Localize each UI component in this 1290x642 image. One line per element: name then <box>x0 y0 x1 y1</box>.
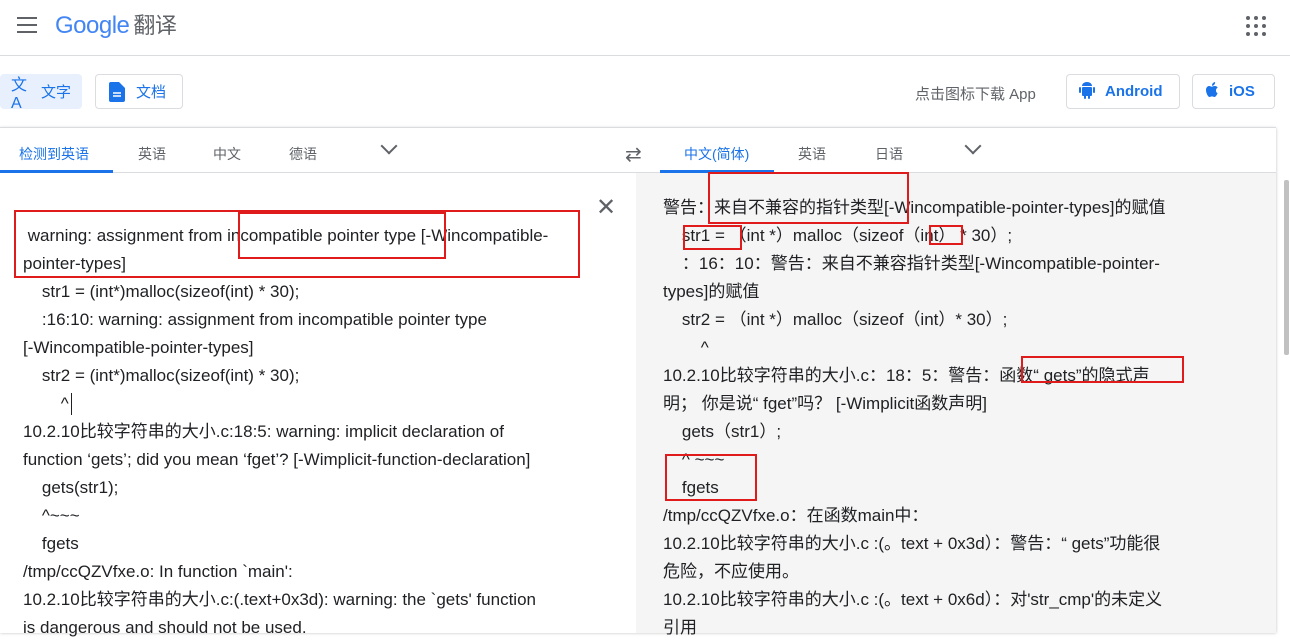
target-line: 10.2.10比较字符串的大小.c :(。text + 0x3d）：警告：“ g… <box>663 534 1161 553</box>
target-line: str2 = （int *）malloc（sizeof（int）* 30）; <box>663 310 1008 329</box>
annotation-box <box>683 225 742 250</box>
source-line: function ‘gets’; did you mean ‘fget’? [-… <box>23 450 531 469</box>
logo-google: Google <box>55 12 130 39</box>
annotation-box <box>1021 356 1184 383</box>
source-line: 10.2.10比较字符串的大小.c:(.text+0x3d): warning:… <box>23 590 536 609</box>
top-bar: Google 翻译 <box>0 0 1290 56</box>
android-label: Android <box>1105 83 1163 100</box>
annotation-box <box>708 172 909 224</box>
ios-button[interactable]: iOS <box>1192 74 1275 109</box>
target-line: /tmp/ccQZVfxe.o：在函数main中： <box>663 506 929 525</box>
source-line: str2 = (int*)malloc(sizeof(int) * 30); <box>23 366 300 385</box>
target-line: ：16：10：警告：来自不兼容指针类型[-Wincompatible-point… <box>663 254 1160 273</box>
mode-document-button[interactable]: 文档 <box>95 74 183 109</box>
download-app-text: 点击图标下载 App <box>915 86 1036 103</box>
tab-source-german[interactable]: 德语 <box>289 144 317 164</box>
target-line: ^ <box>663 338 709 357</box>
source-line: gets(str1); <box>23 478 119 497</box>
translate-icon: 文A <box>11 76 28 112</box>
mode-text-label: 文字 <box>41 84 72 101</box>
annotation-box <box>665 454 757 501</box>
source-line: fgets <box>23 534 79 553</box>
source-line: [-Wincompatible-pointer-types] <box>23 338 254 357</box>
target-line: types]的赋值 <box>663 282 760 301</box>
source-line: :16:10: warning: assignment from incompa… <box>23 310 487 329</box>
logo-product: 翻译 <box>133 13 177 38</box>
menu-icon[interactable] <box>17 17 37 33</box>
text-caret <box>71 393 72 415</box>
source-line: 10.2.10比较字符串的大小.c:18:5: warning: implici… <box>23 422 504 441</box>
mode-document-label: 文档 <box>136 84 167 101</box>
swap-languages-icon[interactable]: ⇄ <box>625 142 642 167</box>
source-more-chevron-icon[interactable] <box>380 137 398 155</box>
language-bar: 检测到英语 英语 中文 德语 ⇄ 中文(简体) 英语 日语 <box>0 128 1276 173</box>
source-line: is dangerous and should not be used. <box>23 618 307 637</box>
target-line: 引用 <box>663 618 697 637</box>
tab-target-english[interactable]: 英语 <box>798 144 826 164</box>
mode-text-button[interactable]: 文A 文字 <box>0 74 82 112</box>
tab-source-english[interactable]: 英语 <box>138 144 166 164</box>
target-line: 明； 你是说“ fget”吗？ [-Wimplicit函数声明] <box>663 394 987 413</box>
android-icon <box>1079 81 1095 103</box>
ios-label: iOS <box>1229 83 1255 100</box>
target-more-chevron-icon[interactable] <box>964 137 982 155</box>
tab-target-chinese-simplified[interactable]: 中文(简体) <box>684 144 749 164</box>
source-line: ^~~~ <box>23 506 80 525</box>
tab-detected-english[interactable]: 检测到英语 <box>19 144 89 164</box>
apple-icon <box>1205 81 1219 102</box>
source-line: str1 = (int*)malloc(sizeof(int) * 30); <box>23 282 300 301</box>
source-line: /tmp/ccQZVfxe.o: In function `main': <box>23 562 293 581</box>
target-line: 危险，不应使用。 <box>663 562 799 581</box>
page-scrollbar[interactable] <box>1284 180 1289 355</box>
annotation-box <box>929 225 963 245</box>
apps-grid-icon[interactable] <box>1246 16 1266 36</box>
android-button[interactable]: Android <box>1066 74 1180 109</box>
tab-source-chinese[interactable]: 中文 <box>213 144 241 164</box>
clear-text-icon[interactable]: ✕ <box>596 196 616 220</box>
tab-target-japanese[interactable]: 日语 <box>875 144 903 164</box>
target-line: 10.2.10比较字符串的大小.c :(。text + 0x6d）：对'str_… <box>663 590 1163 609</box>
document-icon <box>106 81 128 102</box>
source-line: ^ <box>23 394 69 413</box>
google-translate-logo[interactable]: Google 翻译 <box>55 8 177 40</box>
annotation-box <box>238 212 446 259</box>
target-line: gets（str1）; <box>663 422 782 441</box>
